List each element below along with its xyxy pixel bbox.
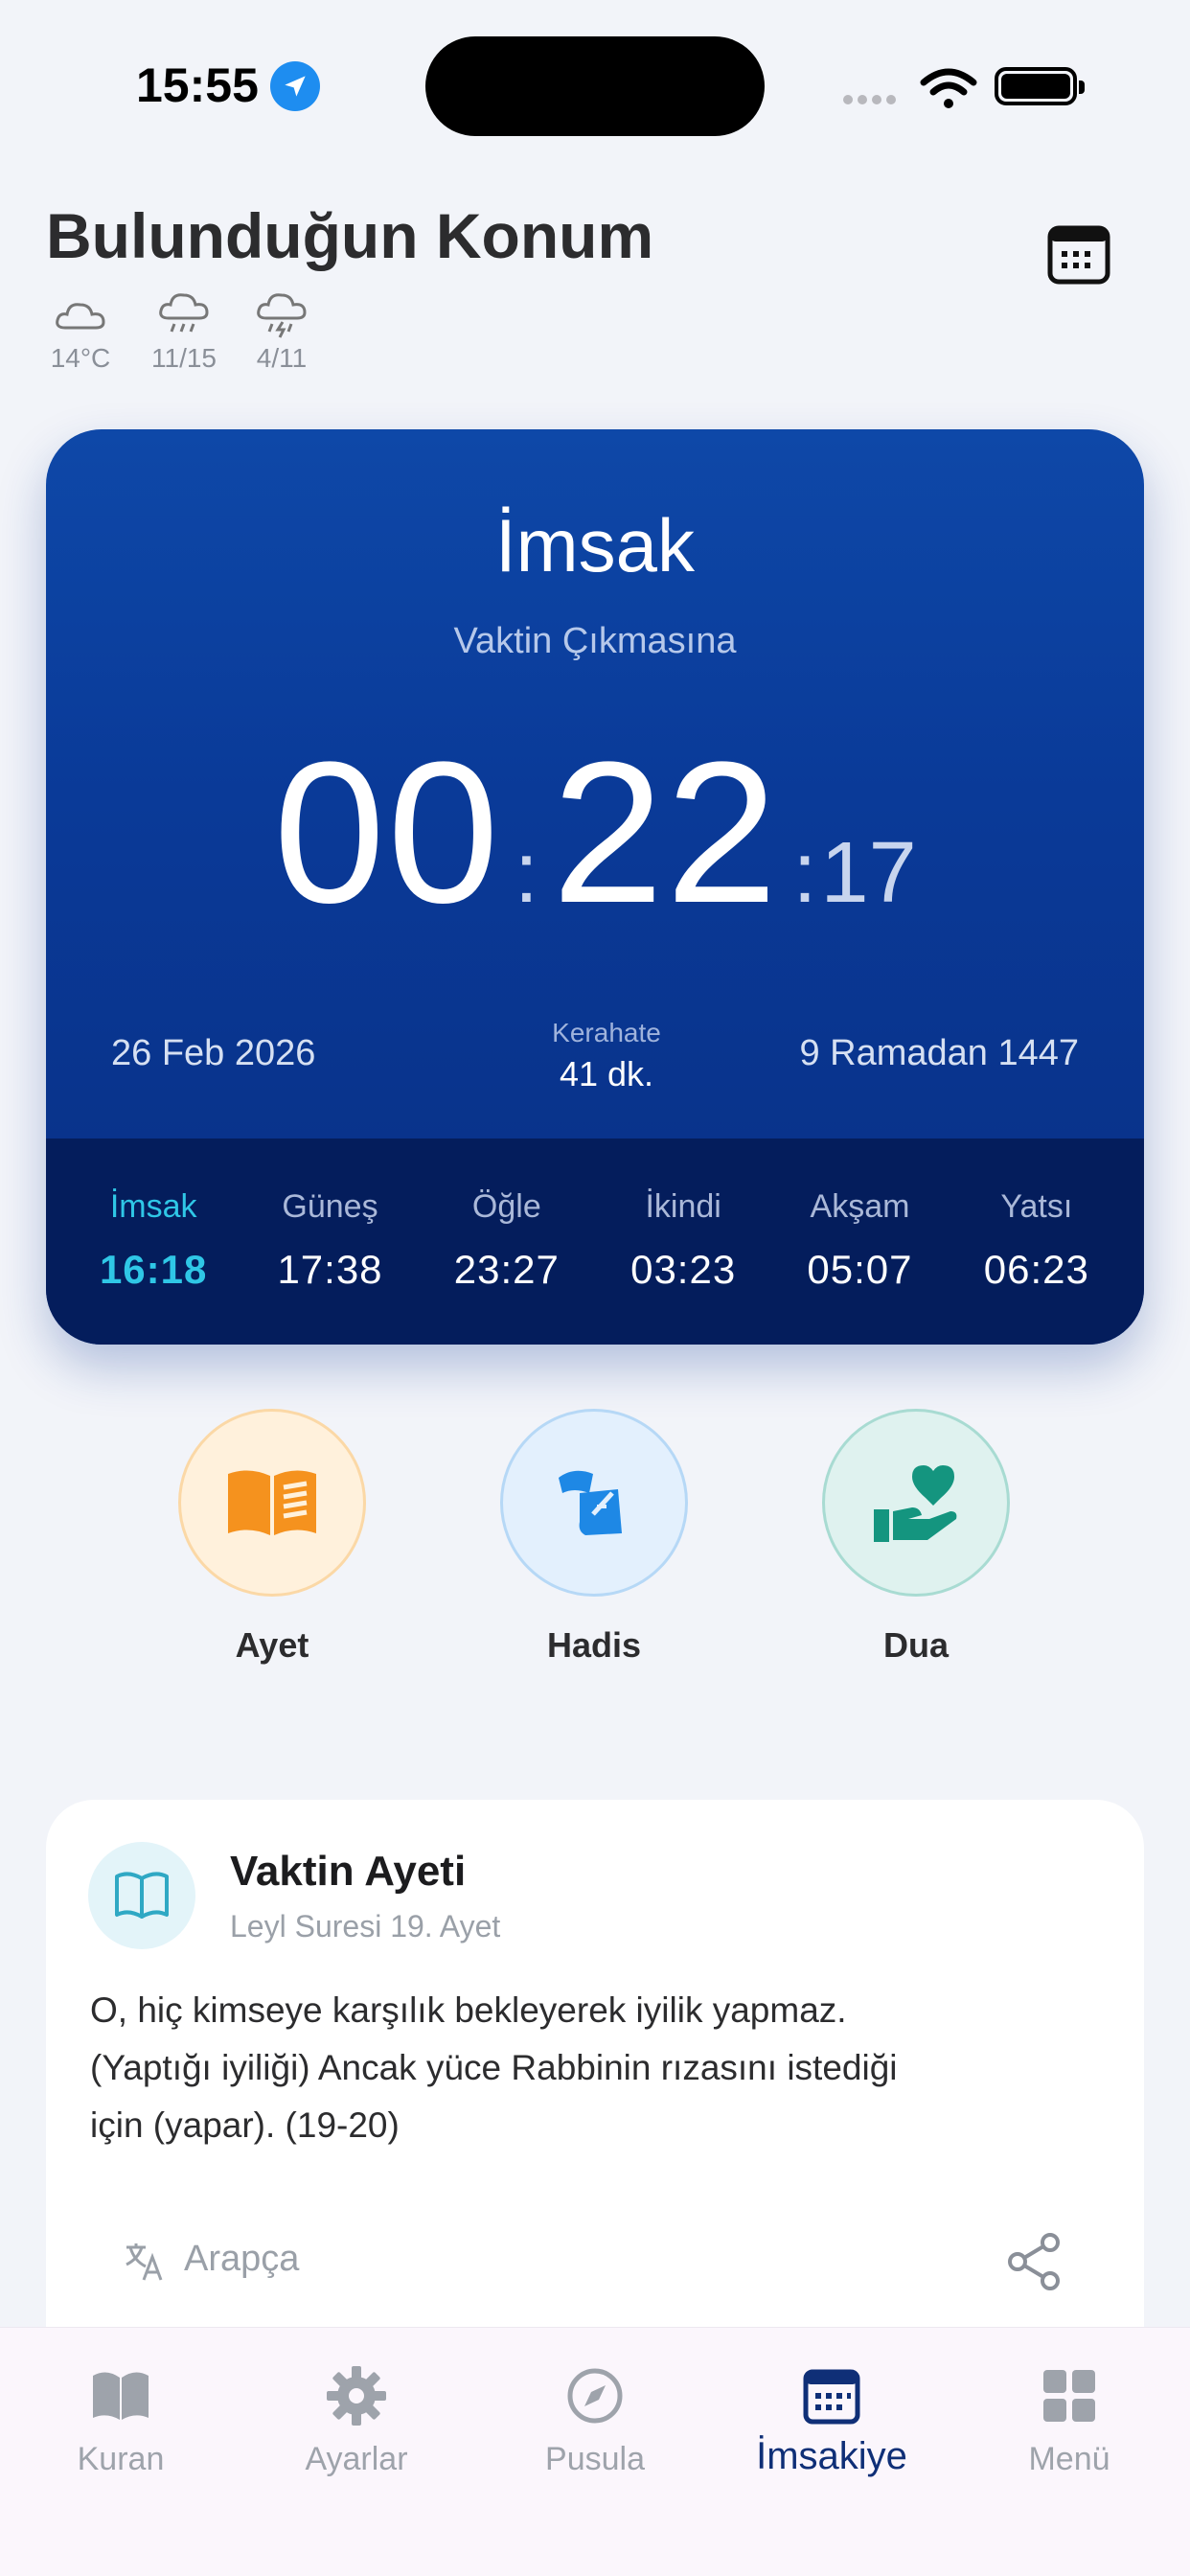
tab-menu[interactable]: Menü [973, 2364, 1165, 2478]
prayer-time-value: 17:38 [277, 1247, 383, 1292]
ayet-button[interactable]: Ayet [176, 1409, 368, 1666]
tab-label: Ayarlar [305, 2441, 408, 2477]
hadis-label: Hadis [546, 1625, 642, 1665]
countdown-timer: 00:22:17 [46, 717, 1144, 949]
tab-imsakiye[interactable]: İmsakiye [736, 2364, 927, 2478]
prayer-time-value: 23:27 [453, 1247, 560, 1292]
prayer-time-ikindi[interactable]: İkindi 03:23 [595, 1138, 771, 1345]
prayer-times-strip: İmsak 16:18 Güneş 17:38 Öğle 23:27 İkind… [46, 1138, 1144, 1345]
countdown-label: Vaktin Çıkmasına [453, 621, 737, 661]
book-icon [93, 2372, 149, 2420]
verse-title: Vaktin Ayeti [230, 1848, 467, 1895]
compass-icon [567, 2368, 623, 2424]
status-bar: 15:55 [0, 0, 1190, 172]
prayer-time-value: 16:18 [99, 1247, 208, 1292]
share-icon[interactable] [1004, 2231, 1065, 2292]
prayer-time-value: 06:23 [983, 1247, 1089, 1292]
tab-label: Kuran [77, 2441, 165, 2477]
dua-label: Dua [882, 1625, 949, 1665]
verse-line: için (yapar). (19-20) [90, 2105, 400, 2145]
scroll-quill-icon [559, 1470, 622, 1535]
prayer-time-name: Öğle [471, 1188, 541, 1225]
weather-current: 14°C [42, 289, 119, 374]
dua-circle[interactable] [822, 1409, 1010, 1597]
cellular-signal-icon [843, 92, 901, 109]
prayer-time-name: Güneş [282, 1188, 378, 1225]
open-book-icon [228, 1470, 316, 1535]
storm-cloud-icon [257, 293, 307, 338]
prayer-time-value: 03:23 [630, 1247, 737, 1292]
weather-storm-label: 4/11 [256, 343, 308, 373]
ayet-circle[interactable] [178, 1409, 366, 1597]
weather-storm: 4/11 [243, 289, 320, 374]
tab-ayarlar[interactable]: Ayarlar [261, 2364, 452, 2478]
prayer-time-gunes[interactable]: Güneş 17:38 [241, 1138, 418, 1345]
current-prayer-name: İmsak [494, 503, 696, 587]
status-time: 15:55 [136, 58, 259, 112]
calendar-button-icon[interactable] [1044, 218, 1113, 288]
book-icon [88, 1842, 195, 1949]
verse-line: (Yaptığı iyiliği) Ancak yüce Rabbinin rı… [90, 2048, 898, 2087]
countdown-hours: 00 [273, 720, 501, 945]
hand-heart-icon [874, 1465, 957, 1542]
rain-cloud-icon [159, 293, 209, 333]
kerahat-value: 41 dk. [559, 1054, 654, 1093]
prayer-time-name: Yatsı [1000, 1188, 1073, 1225]
prayer-time-aksam[interactable]: Akşam 05:07 [771, 1138, 948, 1345]
weather-rain: 11/15 [146, 289, 222, 374]
dynamic-island [425, 36, 765, 136]
wifi-icon [920, 68, 977, 108]
kerahat-info: Kerahate 41 dk. [468, 1018, 745, 1094]
prayer-time-name: İmsak [109, 1188, 197, 1225]
tab-label: İmsakiye [756, 2435, 907, 2477]
hadis-circle[interactable] [500, 1409, 688, 1597]
countdown-minutes: 22 [551, 720, 780, 945]
prayer-time-name: Akşam [810, 1188, 910, 1225]
hijri-date: 9 Ramadan 1447 [799, 1033, 1079, 1073]
weather-rain-label: 11/15 [151, 343, 217, 373]
weather-temp: 14°C [50, 343, 111, 373]
prayer-time-value: 05:07 [807, 1247, 913, 1292]
location-title: Bulunduğun Konum [46, 200, 654, 271]
verse-source: Leyl Suresi 19. Ayet [230, 1909, 501, 1944]
kerahat-label: Kerahate [552, 1018, 661, 1047]
hadis-button[interactable]: Hadis [498, 1409, 690, 1666]
prayer-time-imsak[interactable]: İmsak 16:18 [65, 1138, 241, 1345]
countdown-seconds: 17 [820, 825, 917, 921]
battery-icon [995, 67, 1085, 105]
verse-text: O, hiç kimseye karşılık bekleyerek iyili… [90, 1982, 1096, 2154]
tab-label: Pusula [545, 2441, 645, 2477]
calendar-icon [803, 2369, 860, 2425]
tab-bar: Kuran Ayarlar Pusula İmsakiye Menü [0, 2327, 1190, 2576]
gregorian-date: 26 Feb 2026 [111, 1033, 316, 1073]
verse-line: O, hiç kimseye karşılık bekleyerek iyili… [90, 1990, 847, 2030]
tab-label: Menü [1028, 2441, 1110, 2477]
ayet-label: Ayet [235, 1625, 309, 1665]
prayer-time-yatsi[interactable]: Yatsı 06:23 [949, 1138, 1125, 1345]
translate-button[interactable]: Arapça [123, 2239, 299, 2282]
countdown-separator: : [514, 825, 538, 921]
gear-icon [327, 2366, 386, 2426]
prayer-time-name: İkindi [645, 1188, 721, 1225]
tab-kuran[interactable]: Kuran [25, 2364, 217, 2478]
countdown-separator: : [792, 825, 817, 921]
verse-of-the-time-card[interactable]: Vaktin Ayeti Leyl Suresi 19. Ayet O, hiç… [46, 1800, 1144, 2336]
translate-label: Arapça [184, 2239, 300, 2279]
location-arrow-icon [270, 61, 320, 111]
prayer-times-card[interactable]: İmsak Vaktin Çıkmasına 00:22:17 26 Feb 2… [46, 429, 1144, 1345]
tab-pusula[interactable]: Pusula [499, 2364, 691, 2478]
cloud-icon [56, 303, 105, 330]
prayer-time-ogle[interactable]: Öğle 23:27 [419, 1138, 595, 1345]
grid-icon [1043, 2370, 1095, 2422]
dua-button[interactable]: Dua [820, 1409, 1012, 1666]
translate-icon [126, 2242, 163, 2281]
